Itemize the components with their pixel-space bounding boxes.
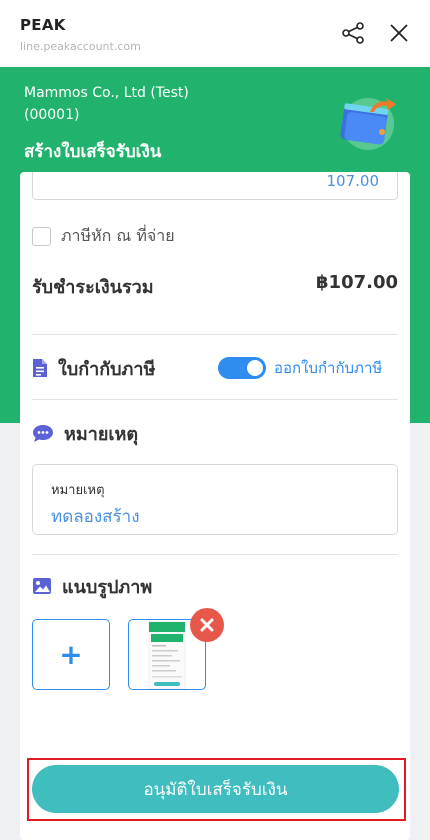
company-name: Mammos Co., Ltd (Test) xyxy=(24,85,189,101)
approve-receipt-button[interactable]: อนุมัติใบเสร็จรับเงิน xyxy=(32,765,399,813)
amount-value: 107.00 xyxy=(326,172,380,190)
withholding-tax-checkbox[interactable] xyxy=(32,226,51,246)
company-info: Mammos Co., Ltd (Test) (00001) xyxy=(24,82,189,126)
withholding-tax-label: ภาษีหัก ณ ที่จ่าย xyxy=(61,225,175,245)
withholding-tax-option[interactable]: ภาษีหัก ณ ที่จ่าย xyxy=(32,225,175,247)
amount-field[interactable]: 107.00 xyxy=(32,172,398,200)
divider xyxy=(32,554,398,555)
document-icon xyxy=(33,359,47,377)
image-icon xyxy=(33,578,51,594)
close-icon xyxy=(200,618,214,632)
remarks-title: หมายเหตุ xyxy=(64,423,139,445)
tax-invoice-toggle[interactable] xyxy=(218,357,266,379)
tax-invoice-toggle-group[interactable]: ออกใบกำกับภาษี xyxy=(218,356,382,380)
page-title: สร้างใบเสร็จรับเงิน xyxy=(24,142,162,162)
tax-invoice-toggle-label: ออกใบกำกับภาษี xyxy=(274,359,383,377)
remove-attachment-button[interactable] xyxy=(190,608,224,642)
tax-invoice-title: ใบกำกับภาษี xyxy=(58,358,156,380)
close-icon[interactable] xyxy=(386,20,412,46)
toggle-knob xyxy=(247,360,263,376)
remarks-field-label: หมายเหตุ xyxy=(51,483,105,498)
company-code: (00001) xyxy=(24,107,80,123)
add-photo-label: + xyxy=(59,637,83,671)
total-label: รับชำระเงินรวม xyxy=(32,277,154,298)
remarks-header: หมายเหตุ xyxy=(32,419,138,447)
total-row: รับชำระเงินรวม ฿107.00 xyxy=(32,272,398,301)
add-photo-button[interactable]: + xyxy=(32,619,110,690)
divider xyxy=(32,399,398,400)
tax-invoice-header: ใบกำกับภาษี xyxy=(32,354,155,382)
browser-url: line.peakaccount.com xyxy=(20,40,141,53)
attachments-title: แนบรูปภาพ xyxy=(62,576,153,598)
browser-bar: PEAK line.peakaccount.com xyxy=(0,0,430,67)
divider xyxy=(32,334,398,335)
remarks-input[interactable]: หมายเหตุ ทดลองสร้าง xyxy=(32,464,398,535)
wallet-icon xyxy=(340,98,396,150)
browser-title: PEAK xyxy=(20,16,66,34)
remarks-field-value[interactable]: ทดลองสร้าง xyxy=(51,503,140,530)
share-icon[interactable] xyxy=(340,20,366,46)
attachments-header: แนบรูปภาพ xyxy=(32,572,152,600)
comment-icon xyxy=(33,425,53,442)
total-amount: ฿107.00 xyxy=(316,272,398,293)
